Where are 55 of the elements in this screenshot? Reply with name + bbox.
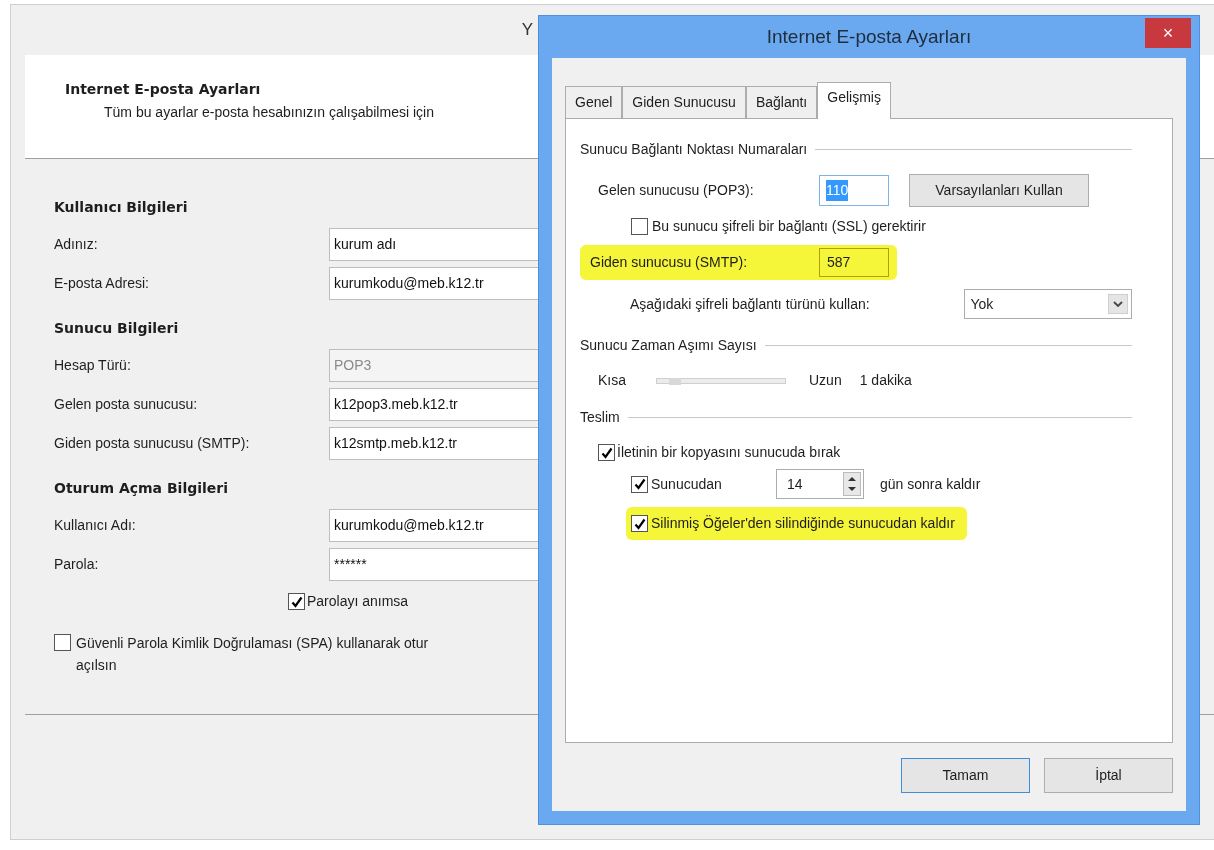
tab[interactable]: Giden Sunucusu <box>622 86 746 118</box>
field-label: Hesap Türü: <box>54 356 132 375</box>
checkbox-label: Sunucudan <box>651 474 723 494</box>
checkbox[interactable] <box>598 444 615 461</box>
field-label: Adınız: <box>54 235 99 254</box>
group-heading: Sunucu Zaman Aşımı Sayısı <box>580 336 757 355</box>
group-heading: Sunucu Bağlantı Noktası Numaraları <box>580 140 808 159</box>
tab[interactable]: Genel <box>565 86 623 118</box>
dialog-button[interactable]: İptal <box>1044 758 1173 793</box>
checkbox-label: Parolayı anımsa <box>307 592 409 611</box>
checkmark-icon <box>290 595 303 608</box>
dropdown[interactable]: Yok <box>963 289 1132 319</box>
group-heading: Teslim <box>580 408 620 427</box>
checkmark-icon <box>633 478 646 490</box>
section-heading: Sunucu Bilgileri <box>54 319 180 338</box>
field-label: E-posta Adresi: <box>54 274 150 293</box>
checkmark-icon <box>600 446 613 459</box>
checkbox[interactable] <box>631 475 648 493</box>
tab[interactable]: Bağlantı <box>745 86 818 118</box>
defaults-button[interactable]: Varsayılanları Kullan <box>909 174 1089 207</box>
field-label: Kullanıcı Adı: <box>54 516 137 535</box>
slider-reading: 1 dakika <box>859 371 912 390</box>
slider-label: Uzun <box>809 371 842 390</box>
checkbox-label: Silinmiş Öğeler'den silindiğinde sunucudan kaldır <box>651 514 955 533</box>
window-title: Y <box>521 19 533 42</box>
dialog-button[interactable]: Tamam <box>901 758 1030 793</box>
close-button[interactable]: × <box>1145 18 1191 48</box>
header-subtitle: Tüm bu ayarlar e-posta hesabınızın çalışabilmesi için <box>104 103 434 122</box>
chevron-down-icon <box>1108 294 1128 314</box>
checkbox[interactable] <box>631 515 648 532</box>
checkbox-label: Güvenli Parola Kimlik Doğrulaması (SPA) kullanarak otur <box>76 634 429 653</box>
header-title: Internet E-posta Ayarları <box>65 80 261 99</box>
spinner-arrows-icon[interactable] <box>843 472 861 496</box>
checkbox[interactable] <box>54 634 71 651</box>
section-heading: Kullanıcı Bilgileri <box>54 198 189 217</box>
checkbox-suffix: gün sonra kaldır <box>880 474 981 494</box>
checkbox-label: açılsın <box>76 656 118 675</box>
dialog-title: Internet E-posta Ayarları <box>766 24 972 49</box>
field-label: Gelen sunucusu (POP3): <box>598 181 755 200</box>
field-label: Aşağıdaki şifreli bağlantı türünü kullan: <box>630 294 871 314</box>
checkbox-label: İletinin bir kopyasını sunucuda bırak <box>617 443 841 462</box>
spinner-field[interactable]: 14 <box>776 469 864 499</box>
field-label: Parola: <box>54 555 100 574</box>
checkbox-label: Bu sunucu şifreli bir bağlantı (SSL) gerektirir <box>652 217 926 236</box>
slider-thumb[interactable] <box>668 377 681 385</box>
field-label: Gelen posta sunucusu: <box>54 395 199 414</box>
tab[interactable]: Gelişmiş <box>817 82 891 119</box>
field-label: Giden posta sunucusu (SMTP): <box>54 434 251 453</box>
checkmark-icon <box>633 517 646 530</box>
section-heading: Oturum Açma Bilgileri <box>54 479 230 498</box>
field-label: Giden sunucusu (SMTP): <box>590 253 749 272</box>
slider-label: Kısa <box>598 371 627 390</box>
checkbox[interactable] <box>288 593 305 610</box>
port-field[interactable]: 587 <box>819 248 889 277</box>
checkbox[interactable] <box>631 218 648 235</box>
